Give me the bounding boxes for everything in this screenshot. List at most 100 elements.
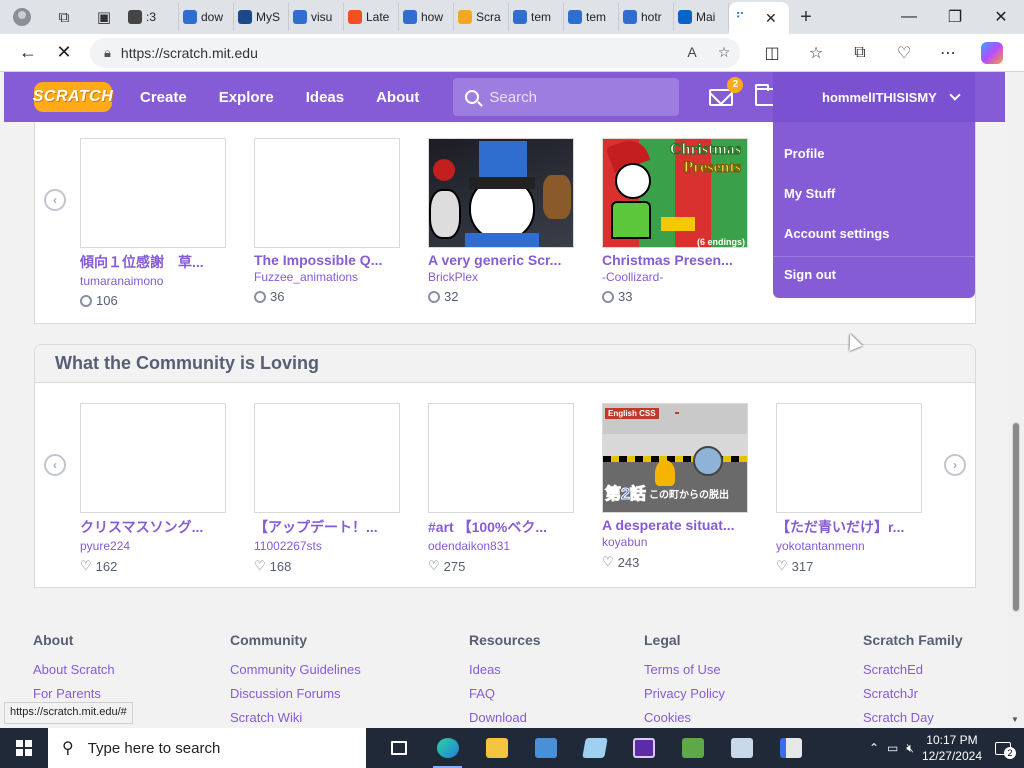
footer-link[interactable]: About Scratch xyxy=(33,662,115,677)
footer-link[interactable]: Discussion Forums xyxy=(230,686,361,701)
project-title[interactable]: 傾向１位感謝 草... xyxy=(80,252,226,272)
browser-essentials-icon[interactable]: ♡ xyxy=(882,35,926,71)
browser-tab[interactable]: Scra xyxy=(454,3,509,31)
footer-link[interactable]: Terms of Use xyxy=(644,662,725,677)
footer-link[interactable]: Ideas xyxy=(469,662,541,677)
favorites-icon[interactable]: ☆ xyxy=(794,35,838,71)
browser-tab[interactable]: Mai xyxy=(674,3,729,31)
settings-more-icon[interactable]: ⋯ xyxy=(926,35,970,71)
browser-tab[interactable]: how xyxy=(399,3,454,31)
taskbar-app-icon-1[interactable] xyxy=(521,728,570,768)
clock[interactable]: 10:17 PM 12/27/2024 xyxy=(922,732,982,764)
project-author[interactable]: BrickPlex xyxy=(428,270,574,284)
copilot-icon[interactable] xyxy=(981,41,1003,64)
footer-link[interactable]: ScratchEd xyxy=(863,662,963,677)
browser-tab[interactable]: Late xyxy=(344,3,399,31)
project-thumbnail[interactable]: English CSS 第2話 この町からの脱出 xyxy=(602,403,748,513)
project-title[interactable]: 【アップデート！... xyxy=(254,517,400,537)
task-view-icon[interactable] xyxy=(374,728,423,768)
favorite-star-icon[interactable]: ☆ xyxy=(708,44,740,61)
url-text[interactable]: https://scratch.mit.edu xyxy=(121,45,258,61)
stop-loading-button[interactable]: ✕ xyxy=(46,35,82,71)
project-card[interactable]: Christmas Presents (6 endings) Christmas Pr… xyxy=(602,138,748,308)
footer-link[interactable]: FAQ xyxy=(469,686,541,701)
project-thumbnail[interactable]: Christmas Presents (6 endings) xyxy=(602,138,748,248)
tab-actions-icon[interactable]: ▣ xyxy=(84,0,124,34)
project-card[interactable]: 【ただ青いだけ】r... yokotantanmenn ♡ 317 xyxy=(776,403,922,574)
account-menu-button[interactable]: hommelITHISISMY xyxy=(773,72,975,122)
taskbar-app-icon-5[interactable] xyxy=(717,728,766,768)
page-scrollbar[interactable]: ▼ xyxy=(1008,72,1024,728)
project-thumbnail[interactable] xyxy=(254,138,400,248)
project-thumbnail[interactable] xyxy=(428,403,574,513)
menu-sign-out[interactable]: Sign out xyxy=(773,256,975,296)
nav-create[interactable]: Create xyxy=(124,89,203,106)
browser-tab[interactable]: tem xyxy=(509,3,564,31)
taskbar-app-icon-6[interactable] xyxy=(766,728,815,768)
back-button[interactable]: ← xyxy=(10,35,46,71)
project-card[interactable]: English CSS 第2話 この町からの脱出 A desperate situat… xyxy=(602,403,748,574)
project-thumbnail[interactable] xyxy=(80,403,226,513)
close-window-button[interactable]: ✕ xyxy=(978,0,1024,34)
footer-link[interactable]: Cookies xyxy=(644,710,725,725)
maximize-button[interactable]: ❐ xyxy=(932,0,978,34)
project-author[interactable]: odendaikon831 xyxy=(428,539,574,553)
browser-tab[interactable]: dow xyxy=(179,3,234,31)
search-input[interactable]: Search xyxy=(453,78,680,116)
project-author[interactable]: -Coollizard- xyxy=(602,270,748,284)
taskbar-search-input[interactable]: ⚲ Type here to search xyxy=(48,728,366,768)
network-icon[interactable]: ▭ xyxy=(887,741,898,755)
nav-about[interactable]: About xyxy=(360,89,435,106)
footer-link[interactable]: Scratch Day xyxy=(863,710,963,725)
project-card[interactable]: The Impossible Q... Fuzzee_animations 36 xyxy=(254,138,400,308)
project-author[interactable]: 11002267sts xyxy=(254,539,400,553)
browser-tab[interactable]: hotr xyxy=(619,3,674,31)
collections-icon[interactable]: ⧉ xyxy=(838,35,882,71)
scratch-logo[interactable]: SCRATCH xyxy=(33,82,113,112)
taskbar-file-explorer-icon[interactable] xyxy=(472,728,521,768)
url-bar[interactable]: 🔒︎ https://scratch.mit.edu A ☆ xyxy=(90,37,740,68)
new-tab-button[interactable]: + xyxy=(789,6,823,29)
footer-link[interactable]: Download xyxy=(469,710,541,725)
project-card[interactable]: #art 【100%ベク... odendaikon831 ♡ 275 xyxy=(428,403,574,574)
project-title[interactable]: Christmas Presen... xyxy=(602,252,748,268)
project-title[interactable]: A very generic Scr... xyxy=(428,252,574,268)
workspaces-icon[interactable]: ⧉ xyxy=(44,0,84,34)
nav-ideas[interactable]: Ideas xyxy=(290,89,360,106)
project-title[interactable]: The Impossible Q... xyxy=(254,252,400,268)
project-title[interactable]: #art 【100%ベク... xyxy=(428,517,574,537)
project-author[interactable]: yokotantanmenn xyxy=(776,539,922,553)
project-thumbnail[interactable] xyxy=(776,403,922,513)
messages-icon[interactable]: 2 xyxy=(709,76,744,106)
taskbar-app-icon-2[interactable] xyxy=(570,728,619,768)
project-thumbnail[interactable] xyxy=(80,138,226,248)
project-author[interactable]: koyabun xyxy=(602,535,748,549)
minimize-button[interactable]: — xyxy=(886,0,932,34)
project-thumbnail[interactable] xyxy=(428,138,574,248)
project-thumbnail[interactable] xyxy=(254,403,400,513)
tray-chevron-up-icon[interactable]: ⌃ xyxy=(869,741,879,755)
carousel-prev-icon[interactable]: ‹ xyxy=(44,454,66,476)
taskbar-app-icon-4[interactable] xyxy=(668,728,717,768)
nav-explore[interactable]: Explore xyxy=(203,89,290,106)
scroll-down-icon[interactable]: ▼ xyxy=(1011,715,1019,724)
taskbar-app-icon-3[interactable] xyxy=(619,728,668,768)
footer-link[interactable]: For Parents xyxy=(33,686,115,701)
scrollbar-thumb[interactable] xyxy=(1012,422,1020,612)
browser-tab[interactable]: :3 xyxy=(124,3,179,31)
project-card[interactable]: クリスマスソング... pyure224 ♡ 162 xyxy=(80,403,226,574)
carousel-prev-icon[interactable]: ‹ xyxy=(44,189,66,211)
menu-my-stuff[interactable]: My Stuff xyxy=(773,176,975,216)
browser-profile-button[interactable] xyxy=(0,0,44,34)
browser-tab[interactable]: tem xyxy=(564,3,619,31)
start-button[interactable] xyxy=(0,728,48,768)
read-aloud-icon[interactable]: A xyxy=(676,44,708,61)
project-card[interactable]: 傾向１位感謝 草... tumaranaimono 106 xyxy=(80,138,226,308)
carousel-next-icon[interactable]: › xyxy=(944,454,966,476)
taskbar-edge-icon[interactable] xyxy=(423,728,472,768)
menu-profile[interactable]: Profile xyxy=(773,136,975,176)
project-author[interactable]: tumaranaimono xyxy=(80,274,226,288)
footer-link[interactable]: Community Guidelines xyxy=(230,662,361,677)
project-card[interactable]: A very generic Scr... BrickPlex 32 xyxy=(428,138,574,308)
project-title[interactable]: 【ただ青いだけ】r... xyxy=(776,517,922,537)
